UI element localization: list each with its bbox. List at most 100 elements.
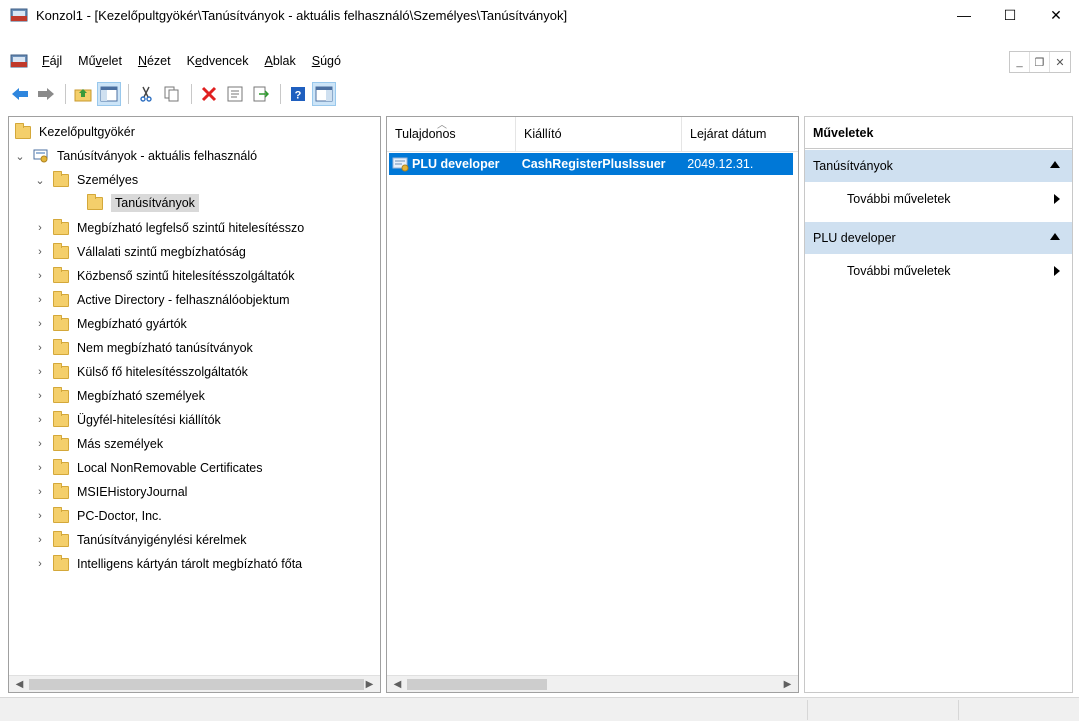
- folder-icon: [53, 314, 69, 331]
- mdi-close-button[interactable]: ✕: [1050, 52, 1070, 72]
- properties-icon[interactable]: [223, 82, 247, 106]
- scroll-right-icon[interactable]: ▶: [779, 676, 796, 692]
- tree-node-folder[interactable]: › Vállalati szintű megbízhatóság: [33, 241, 246, 263]
- menu-action[interactable]: Művelet: [70, 54, 130, 68]
- console-window-icon[interactable]: [10, 53, 28, 69]
- copy-icon[interactable]: [160, 82, 184, 106]
- actions-section-label: PLU developer: [813, 231, 896, 245]
- chevron-right-icon[interactable]: ›: [33, 437, 47, 451]
- folder-icon: [87, 193, 103, 210]
- chevron-right-icon[interactable]: ›: [33, 461, 47, 475]
- chevron-right-icon[interactable]: ›: [33, 269, 47, 283]
- help-icon[interactable]: ?: [286, 82, 310, 106]
- tree-node-folder[interactable]: › Megbízható gyártók: [33, 313, 187, 335]
- list-horizontal-scrollbar[interactable]: ◀ ▶: [387, 675, 798, 692]
- actions-pane: Műveletek Tanúsítványok További művelete…: [804, 116, 1073, 693]
- tree-node-label: Ügyfél-hitelesítési kiállítók: [77, 413, 221, 427]
- results-pane[interactable]: ︿ Tulajdonos Kiállító Lejárat dátum PLU …: [386, 116, 799, 693]
- chevron-right-icon[interactable]: ›: [33, 365, 47, 379]
- chevron-right-icon[interactable]: ›: [33, 413, 47, 427]
- tree-node-folder[interactable]: › Más személyek: [33, 433, 163, 455]
- action-label: További műveletek: [847, 192, 951, 206]
- chevron-right-icon[interactable]: ›: [33, 557, 47, 571]
- chevron-right-icon[interactable]: ›: [33, 389, 47, 403]
- chevron-down-icon[interactable]: ⌄: [13, 149, 27, 163]
- tree-node-folder[interactable]: › Tanúsítványigénylési kérelmek: [33, 529, 247, 551]
- mdi-minimize-button[interactable]: _: [1010, 52, 1030, 72]
- forward-arrow-icon[interactable]: [34, 82, 58, 106]
- menu-view[interactable]: Nézet: [130, 54, 179, 68]
- column-header-label: Kiállító: [524, 126, 562, 141]
- show-action-pane-icon[interactable]: [312, 82, 336, 106]
- tree-node-folder[interactable]: › Active Directory - felhasználóobjektum: [33, 289, 290, 311]
- folder-icon: [53, 362, 69, 379]
- folder-icon: [15, 122, 31, 139]
- status-bar: [0, 697, 1079, 721]
- action-label: További műveletek: [847, 264, 951, 278]
- chevron-right-icon[interactable]: ›: [33, 293, 47, 307]
- tree-node-certificates-current-user[interactable]: ⌄ Tanúsítványok - aktuális felhasználó: [13, 145, 257, 167]
- certificate-store-icon: [33, 149, 49, 163]
- chevron-right-icon[interactable]: ›: [33, 485, 47, 499]
- menu-help[interactable]: Súgó: [304, 54, 349, 68]
- show-hide-tree-icon[interactable]: [97, 82, 121, 106]
- tree-node-folder[interactable]: › PC-Doctor, Inc.: [33, 505, 162, 527]
- console-tree-pane[interactable]: Kezelőpultgyökér ⌄ Tanúsítványok - aktuá…: [8, 116, 381, 693]
- scrollbar-thumb[interactable]: [407, 679, 547, 690]
- export-list-icon[interactable]: [249, 82, 273, 106]
- chevron-right-icon[interactable]: ›: [33, 221, 47, 235]
- chevron-down-icon[interactable]: ⌄: [33, 173, 47, 187]
- tree-node-label: Közbenső szintű hitelesítésszolgáltatók: [77, 269, 295, 283]
- tree-node-personal-certificates[interactable]: Tanúsítványok: [87, 192, 199, 214]
- tree-node-personal[interactable]: ⌄ Személyes: [33, 169, 138, 191]
- minimize-button[interactable]: —: [941, 0, 987, 30]
- cut-icon[interactable]: [134, 82, 158, 106]
- tree-node-label: Megbízható legfelső szintű hitelesítéssz…: [77, 221, 305, 235]
- scroll-left-icon[interactable]: ◀: [389, 676, 406, 692]
- back-arrow-icon[interactable]: [8, 82, 32, 106]
- toolbar-separator: [191, 84, 192, 104]
- menu-favorites[interactable]: Kedvencek: [179, 54, 257, 68]
- scroll-right-icon[interactable]: ▶: [361, 676, 378, 692]
- tree-node-label: Személyes: [77, 173, 139, 187]
- tree-node-folder[interactable]: › Intelligens kártyán tárolt megbízható f…: [33, 553, 302, 575]
- actions-section-plu-developer[interactable]: PLU developer: [805, 222, 1072, 254]
- action-more-actions[interactable]: További műveletek: [805, 255, 1072, 287]
- chevron-right-icon[interactable]: ›: [33, 341, 47, 355]
- column-header-issuer[interactable]: Kiállító: [516, 117, 682, 151]
- table-row[interactable]: PLU developer CashRegisterPlusIssuer 204…: [389, 153, 793, 175]
- mdi-restore-button[interactable]: ❐: [1030, 52, 1050, 72]
- tree-node-label: Külső fő hitelesítésszolgáltatók: [77, 365, 248, 379]
- maximize-button[interactable]: ☐: [987, 0, 1033, 30]
- close-button[interactable]: ✕: [1033, 0, 1079, 30]
- tree-node-folder[interactable]: › Megbízható személyek: [33, 385, 205, 407]
- tree-node-folder[interactable]: › Local NonRemovable Certificates: [33, 457, 263, 479]
- scrollbar-thumb[interactable]: [29, 679, 364, 690]
- tree-node-label: MSIEHistoryJournal: [77, 485, 188, 499]
- chevron-right-icon[interactable]: ›: [33, 509, 47, 523]
- chevron-right-icon[interactable]: ›: [33, 533, 47, 547]
- tree-node-folder[interactable]: › Megbízható legfelső szintű hitelesítéss…: [33, 217, 304, 239]
- menu-window[interactable]: Ablak: [256, 54, 303, 68]
- collapse-icon[interactable]: [1050, 161, 1060, 168]
- column-header-expiration[interactable]: Lejárat dátum: [682, 117, 798, 151]
- folder-icon: [53, 386, 69, 403]
- tree-node-folder[interactable]: › Ügyfél-hitelesítési kiállítók: [33, 409, 221, 431]
- tree-node-label: Megbízható személyek: [77, 389, 205, 403]
- tree-node-root[interactable]: Kezelőpultgyökér: [13, 121, 135, 143]
- scroll-left-icon[interactable]: ◀: [11, 676, 28, 692]
- tree-node-folder[interactable]: › Nem megbízható tanúsítványok: [33, 337, 253, 359]
- tree-horizontal-scrollbar[interactable]: ◀ ▶: [9, 675, 380, 692]
- tree-node-folder[interactable]: › Külső fő hitelesítésszolgáltatók: [33, 361, 248, 383]
- up-folder-icon[interactable]: [71, 82, 95, 106]
- tree-node-folder[interactable]: › MSIEHistoryJournal: [33, 481, 187, 503]
- tree-node-folder[interactable]: › Közbenső szintű hitelesítésszolgáltatók: [33, 265, 295, 287]
- column-header-owner[interactable]: ︿ Tulajdonos: [387, 117, 516, 151]
- chevron-right-icon[interactable]: ›: [33, 245, 47, 259]
- menu-file[interactable]: Fájl: [34, 54, 70, 68]
- delete-icon[interactable]: [197, 82, 221, 106]
- chevron-right-icon[interactable]: ›: [33, 317, 47, 331]
- action-more-actions[interactable]: További műveletek: [805, 183, 1072, 215]
- actions-section-certificates[interactable]: Tanúsítványok: [805, 150, 1072, 182]
- collapse-icon[interactable]: [1050, 233, 1060, 240]
